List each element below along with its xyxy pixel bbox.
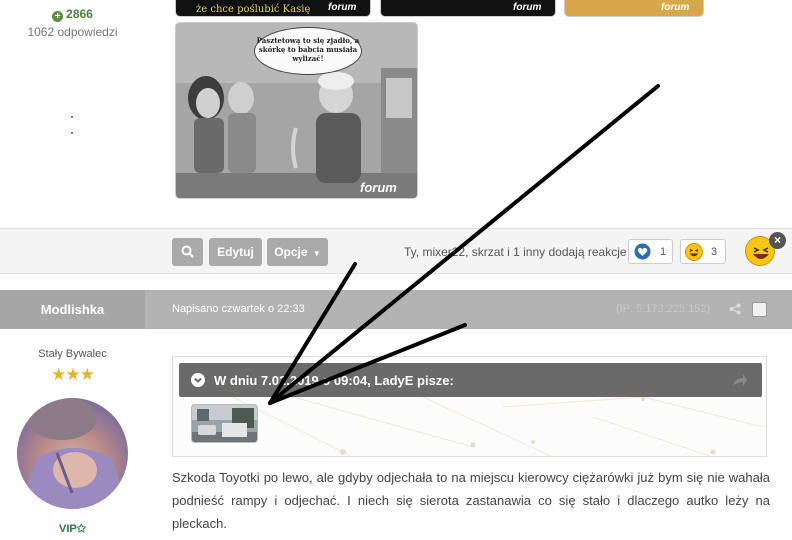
quote-block: W dniu 7.02.2019 o 09:04, LadyE pisze: — [172, 356, 767, 457]
forum-watermark: forum — [513, 2, 542, 13]
post-image-thumb[interactable]: forum — [564, 0, 704, 17]
speech-bubble: Pasztetową to się zjadło, a skórkę to ba… — [254, 27, 362, 75]
post-image-thumb[interactable]: że chce poślubić Kasię forum — [175, 0, 371, 17]
options-button[interactable]: Opcje ▼ — [267, 238, 328, 266]
close-icon[interactable]: × — [769, 232, 786, 249]
avatar-image — [17, 398, 128, 509]
thumb-caption: że chce poślubić Kasię — [196, 4, 311, 15]
forum-watermark: forum — [328, 2, 357, 13]
answers-count: 1062 odpowiedzi — [27, 25, 118, 39]
edit-button[interactable]: Edytuj — [209, 238, 262, 266]
reactions-summary[interactable]: Ty, mixer22, skrzat i 1 inny dodają reak… — [404, 245, 627, 259]
laugh-emoji-icon — [685, 243, 703, 261]
reaction-count: 3 — [711, 246, 718, 258]
quoted-image-thumb[interactable] — [191, 404, 258, 443]
forum-watermark: forum — [360, 180, 397, 195]
rank-stars: ★★★ — [51, 365, 95, 384]
plus-icon: + — [52, 11, 64, 22]
chevron-down-icon: ▼ — [312, 249, 321, 258]
quoted-image — [192, 405, 257, 442]
separator-dot — [71, 116, 73, 118]
user-rank: Stały Bywalec — [38, 348, 107, 360]
post-image-thumb[interactable]: forum — [380, 0, 556, 17]
forum-watermark: forum — [661, 2, 690, 13]
separator-dot — [71, 132, 73, 134]
reaction-count: 1 — [660, 246, 667, 258]
go-to-quoted-post-icon[interactable] — [732, 373, 748, 387]
user-group-badge: VIP✩ — [59, 523, 86, 535]
post-body: Szkoda Toyotki po lewo, ale gdyby odjech… — [172, 470, 770, 531]
reaction-laugh[interactable]: 3 — [680, 239, 726, 264]
post-date[interactable]: Napisano czwartek o 22:33 — [172, 303, 305, 315]
post-ip: (IP: 5.173.225.152) — [616, 303, 711, 315]
reputation-value: 2866 — [66, 7, 93, 21]
meme-image[interactable]: Pasztetową to się zjadło, a skórkę to ba… — [175, 22, 418, 199]
post-author-name[interactable]: Modlishka — [0, 290, 145, 329]
quote-header[interactable]: W dniu 7.02.2019 o 09:04, LadyE pisze: — [179, 363, 762, 397]
options-label: Opcje — [274, 245, 308, 259]
reputation-badge: +2866 — [0, 7, 145, 22]
quote-header-text: W dniu 7.02.2019 o 09:04, LadyE pisze: — [214, 373, 454, 388]
chevron-down-icon[interactable] — [191, 373, 205, 387]
share-icon[interactable] — [729, 303, 741, 315]
heart-icon — [634, 243, 651, 260]
search-button[interactable] — [172, 238, 203, 266]
avatar[interactable] — [17, 398, 128, 509]
reaction-heart[interactable]: 1 — [628, 239, 673, 264]
search-icon — [181, 245, 194, 258]
post-header: Modlishka Napisano czwartek o 22:33 (IP:… — [0, 290, 792, 329]
select-post-checkbox[interactable] — [752, 302, 767, 317]
post-action-bar: Edytuj Opcje ▼ Ty, mixer22, skrzat i 1 i… — [0, 228, 792, 274]
prev-post-user-info: +2866 1062 odpowiedzi — [0, 0, 145, 228]
